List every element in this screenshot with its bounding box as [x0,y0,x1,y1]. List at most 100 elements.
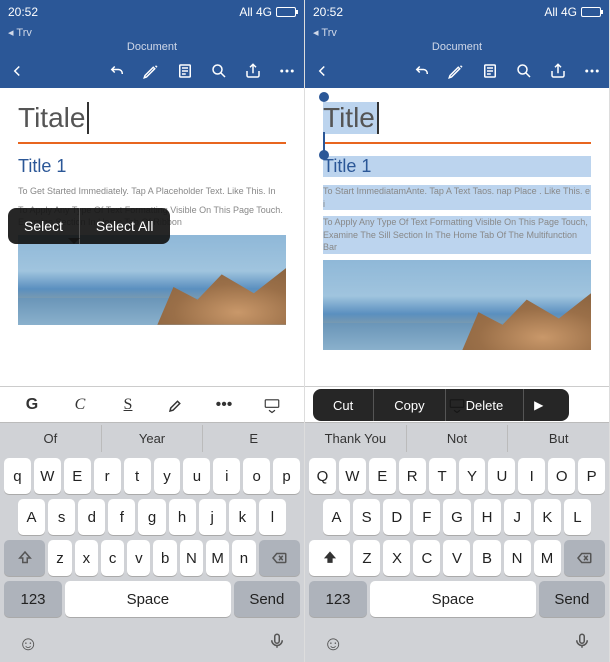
search-icon[interactable] [513,60,535,82]
back-icon[interactable] [6,60,28,82]
shift-key[interactable] [309,540,350,576]
more-icon[interactable] [581,60,603,82]
key-k[interactable]: k [229,499,256,535]
key-f[interactable]: F [413,499,440,535]
key-j[interactable]: j [199,499,226,535]
space-key[interactable]: Space [370,581,536,617]
heading-1[interactable]: Title 1 [18,156,286,177]
copy-button[interactable]: Copy [374,389,445,421]
suggestion[interactable]: E [203,425,304,452]
more-icon[interactable] [276,60,298,82]
key-t[interactable]: T [429,458,456,494]
key-g[interactable]: G [443,499,470,535]
tab-row[interactable]: ◂ Trv [305,24,609,40]
space-key[interactable]: Space [65,581,231,617]
more-format-button[interactable]: ••• [200,396,248,414]
key-w[interactable]: W [34,458,61,494]
select-all-button[interactable]: Select All [80,208,170,244]
document-area[interactable]: Titale Select Select All Title 1 To Get … [0,88,304,386]
key-a[interactable]: A [323,499,350,535]
share-icon[interactable] [242,60,264,82]
key-j[interactable]: J [504,499,531,535]
bold-button[interactable]: G [8,396,56,414]
share-icon[interactable] [547,60,569,82]
undo-icon[interactable] [106,60,128,82]
key-f[interactable]: f [108,499,135,535]
key-c[interactable]: C [413,540,440,576]
key-x[interactable]: x [75,540,98,576]
context-more-arrow[interactable]: ▶ [524,398,553,412]
key-a[interactable]: A [18,499,45,535]
doc-title[interactable]: Title [323,102,379,134]
key-l[interactable]: L [564,499,591,535]
cut-button[interactable]: Cut [313,389,374,421]
key-n[interactable]: N [180,540,203,576]
emoji-button[interactable]: ☺ [18,633,38,656]
undo-icon[interactable] [411,60,433,82]
shift-key[interactable] [4,540,45,576]
body-text-1[interactable]: To Start ImmediatamAnte. Tap A Text Taos… [323,185,591,210]
key-z[interactable]: z [48,540,71,576]
key-k[interactable]: K [534,499,561,535]
key-y[interactable]: y [154,458,181,494]
key-i[interactable]: i [213,458,240,494]
key-h[interactable]: h [169,499,196,535]
key-p[interactable]: P [578,458,605,494]
key-t[interactable]: t [124,458,151,494]
key-n[interactable]: N [504,540,531,576]
underline-button[interactable]: S [104,396,152,414]
key-q[interactable]: Q [309,458,336,494]
mic-button[interactable] [268,632,286,656]
key-i[interactable]: I [518,458,545,494]
tab-row[interactable]: ◂ Trv [0,24,304,40]
key-m[interactable]: M [206,540,229,576]
key-l[interactable]: l [259,499,286,535]
doc-title[interactable]: Titale [18,102,89,134]
key-c[interactable]: c [101,540,124,576]
pen-icon[interactable] [445,60,467,82]
select-button[interactable]: Select [8,208,80,244]
suggestion[interactable]: Of [0,425,102,452]
backspace-key[interactable] [564,540,605,576]
pen-icon[interactable] [140,60,162,82]
key-q[interactable]: q [4,458,31,494]
key-u[interactable]: U [488,458,515,494]
key-b[interactable]: B [473,540,500,576]
key-m[interactable]: M [534,540,561,576]
highlight-button[interactable] [152,396,200,414]
italic-button[interactable]: C [56,396,104,414]
key-s[interactable]: S [353,499,380,535]
body-text-1[interactable]: To Get Started Immediately. Tap A Placeh… [18,185,286,198]
backspace-key[interactable] [259,540,300,576]
suggestion[interactable]: But [508,425,609,452]
selection-handle-start[interactable] [319,92,329,102]
key-e[interactable]: E [369,458,396,494]
key-y[interactable]: Y [459,458,486,494]
key-r[interactable]: r [94,458,121,494]
mic-button[interactable] [573,632,591,656]
keyboard-hide-button[interactable] [248,396,296,414]
send-key[interactable]: Send [539,581,605,617]
key-v[interactable]: v [127,540,150,576]
suggestion[interactable]: Year [102,425,204,452]
key-w[interactable]: W [339,458,366,494]
document-area[interactable]: Title Title 1 To Start ImmediatamAnte. T… [305,88,609,386]
key-d[interactable]: d [78,499,105,535]
numeric-key[interactable]: 123 [4,581,62,617]
read-icon[interactable] [174,60,196,82]
key-r[interactable]: R [399,458,426,494]
back-icon[interactable] [311,60,333,82]
key-b[interactable]: b [153,540,176,576]
key-s[interactable]: s [48,499,75,535]
key-d[interactable]: D [383,499,410,535]
key-p[interactable]: p [273,458,300,494]
numeric-key[interactable]: 123 [309,581,367,617]
key-x[interactable]: X [383,540,410,576]
suggestion[interactable]: Not [407,425,509,452]
key-o[interactable]: O [548,458,575,494]
read-icon[interactable] [479,60,501,82]
key-u[interactable]: u [183,458,210,494]
document-image[interactable] [18,235,286,325]
delete-button[interactable]: Delete [446,389,525,421]
body-text-2[interactable]: To Apply Any Type Of Text Formatting Vis… [323,216,591,254]
